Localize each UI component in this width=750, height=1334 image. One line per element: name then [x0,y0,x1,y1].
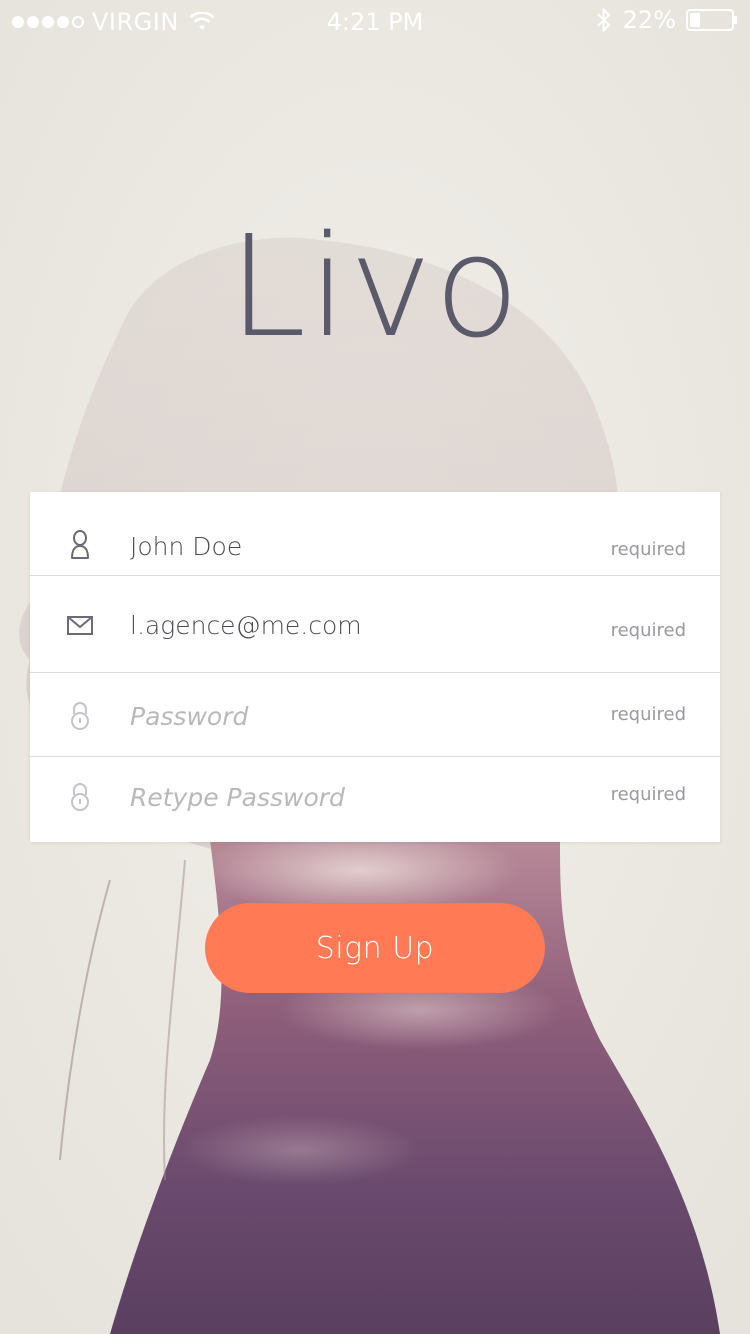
mail-icon [67,616,93,635]
battery-percent: 22% [622,6,676,34]
password-field[interactable]: Password required [30,673,720,757]
required-label: required [610,539,686,560]
name-value: John Doe [130,532,243,561]
status-right: 22% [595,6,738,34]
user-icon [71,530,89,559]
signup-button[interactable]: Sign Up [205,903,545,993]
retype-password-field[interactable]: Retype Password required [30,756,720,840]
lock-icon [71,702,89,730]
lock-icon [71,783,89,811]
email-value: l.agence@me.com [130,611,362,640]
bluetooth-icon [596,8,610,32]
signup-form: John Doe required l.agence@me.com requir… [30,492,720,842]
status-bar: VIRGIN 4:21 PM 22% [0,0,750,40]
email-field[interactable]: l.agence@me.com required [30,589,720,673]
required-label: required [610,784,686,805]
battery-icon [686,9,737,31]
required-label: required [610,620,686,641]
retype-password-input: Retype Password [130,783,345,812]
required-label: required [610,704,686,725]
name-field[interactable]: John Doe required [30,492,720,576]
password-input: Password [130,702,249,731]
app-logo: Livo [228,206,522,369]
